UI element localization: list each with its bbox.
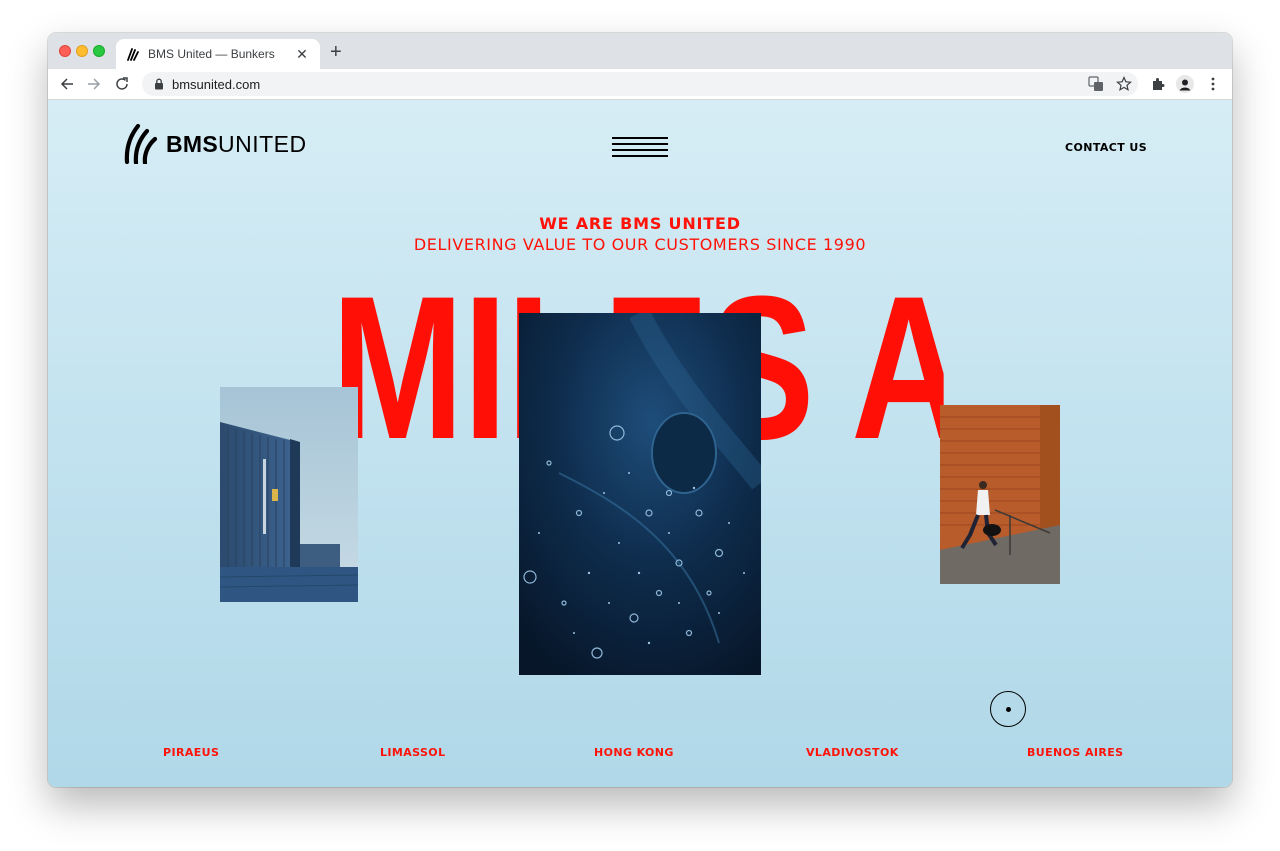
city-link-vladivostok[interactable]: VLADIVOSTOK bbox=[806, 746, 899, 759]
reload-icon bbox=[116, 77, 128, 90]
tab-strip: BMS United — Bunkers ✕ + bbox=[48, 33, 1232, 69]
tab-close-icon[interactable]: ✕ bbox=[294, 46, 310, 63]
man-walking-photo bbox=[940, 405, 1060, 584]
translate-icon bbox=[1088, 76, 1103, 91]
address-bar[interactable]: bmsunited.com bbox=[142, 72, 1138, 96]
bookmark-button[interactable] bbox=[1115, 75, 1133, 93]
site-logo[interactable]: BMS UNITED bbox=[124, 124, 307, 164]
forward-icon bbox=[88, 78, 101, 90]
city-link-limassol[interactable]: LIMASSOL bbox=[380, 746, 445, 759]
extensions-button[interactable] bbox=[1149, 75, 1167, 93]
brick-wall-image bbox=[940, 405, 1060, 584]
city-link-hong-kong[interactable]: HONG KONG bbox=[594, 746, 674, 759]
scroll-indicator[interactable] bbox=[990, 691, 1026, 727]
new-tab-button[interactable]: + bbox=[330, 42, 342, 62]
bms-favicon-icon bbox=[127, 48, 139, 61]
profile-button[interactable] bbox=[1176, 75, 1194, 93]
url-text: bmsunited.com bbox=[172, 76, 261, 92]
extensions-icon bbox=[1153, 78, 1165, 90]
logo-text-united: UNITED bbox=[218, 130, 307, 157]
city-list: PIRAEUS LIMASSOL HONG KONG VLADIVOSTOK B… bbox=[48, 746, 1232, 766]
back-button[interactable] bbox=[58, 75, 76, 93]
tab-active[interactable]: BMS United — Bunkers ✕ bbox=[116, 39, 320, 69]
browser-toolbar: bmsunited.com bbox=[48, 69, 1232, 100]
star-icon bbox=[1116, 76, 1132, 92]
water-bubbles-photo bbox=[519, 313, 761, 675]
hero-eyebrow: WE ARE BMS UNITED bbox=[539, 214, 741, 233]
city-link-piraeus[interactable]: PIRAEUS bbox=[163, 746, 219, 759]
browser-menu-button[interactable] bbox=[1204, 75, 1222, 93]
page-viewport: BMS UNITED CONTACT US WE ARE BMS UNITED … bbox=[48, 100, 1232, 787]
minimize-window-button[interactable] bbox=[76, 45, 88, 57]
profile-avatar bbox=[1176, 75, 1194, 93]
hamburger-menu-icon[interactable] bbox=[612, 137, 668, 157]
translate-button[interactable] bbox=[1087, 75, 1105, 93]
forward-button[interactable] bbox=[85, 75, 103, 93]
tab-title: BMS United — Bunkers bbox=[148, 47, 275, 61]
containers-photo bbox=[220, 387, 358, 602]
bubbles-image bbox=[519, 313, 761, 675]
lock-icon bbox=[155, 78, 163, 90]
logo-text-bms: BMS bbox=[166, 130, 219, 157]
bms-logo-icon bbox=[124, 124, 158, 164]
containers-image bbox=[220, 387, 358, 602]
back-icon bbox=[60, 78, 73, 90]
contact-us-link[interactable]: CONTACT US bbox=[1065, 141, 1147, 154]
close-window-button[interactable] bbox=[59, 45, 71, 57]
reload-button[interactable] bbox=[113, 75, 131, 93]
maximize-window-button[interactable] bbox=[93, 45, 105, 57]
kebab-menu-icon bbox=[1211, 77, 1215, 91]
city-link-buenos-aires[interactable]: BUENOS AIRES bbox=[1027, 746, 1123, 759]
browser-window: BMS United — Bunkers ✕ + bmsunited.com B… bbox=[48, 33, 1232, 787]
